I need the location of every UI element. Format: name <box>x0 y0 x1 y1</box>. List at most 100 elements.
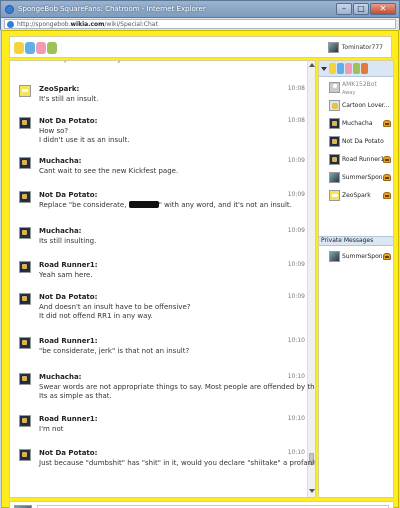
avatar[interactable] <box>19 191 31 203</box>
avatar <box>329 82 340 93</box>
message-line: Just because "dumbshit" has "shit" in it… <box>39 459 316 467</box>
message-line: And doesn't an insult have to be offensi… <box>39 303 191 311</box>
message-username[interactable]: ZeoSpark: <box>39 85 79 93</box>
chat-mod-icon <box>383 253 391 260</box>
user-list-item[interactable]: Cartoon Lover... <box>319 97 393 115</box>
message-timestamp: 10:10 <box>287 373 305 380</box>
message-timestamp: 10:10 <box>287 415 305 422</box>
avatar <box>327 42 339 53</box>
message-line: Good upload them on your wiki. <box>39 61 289 64</box>
avatar[interactable] <box>19 449 31 461</box>
user-list-item[interactable]: SummerSpon... <box>319 169 393 187</box>
message-line: Swear words are not appropriate things t… <box>39 383 316 391</box>
minimize-button[interactable]: – <box>336 3 352 15</box>
avatar[interactable] <box>19 85 31 97</box>
message-timestamp: 10:10 <box>287 337 305 344</box>
avatar[interactable] <box>19 157 31 169</box>
avatar[interactable] <box>19 337 31 349</box>
chat-scrollbar[interactable] <box>307 61 315 497</box>
message-timestamp: 10:08 <box>287 85 305 92</box>
message-username[interactable]: Muchacha: <box>39 227 81 235</box>
user-name: Cartoon Lover... <box>342 102 390 109</box>
user-list-item[interactable]: SummerSpon... <box>319 248 393 266</box>
scroll-down-icon[interactable] <box>309 489 315 493</box>
message-body: How so? I didn't use it as an insult. <box>39 127 289 145</box>
current-user[interactable]: Tominator777 <box>327 42 383 53</box>
avatar <box>329 172 340 183</box>
user-list-item[interactable]: Muchacha <box>319 115 393 133</box>
message-username[interactable]: Not Da Potato: <box>39 293 97 301</box>
message-line: Yeah sam here. <box>39 271 93 279</box>
chat-mod-icon <box>383 192 391 199</box>
message-body: It's still an insult. <box>39 95 289 104</box>
message-line: I'm not <box>39 425 64 433</box>
chevron-down-icon[interactable] <box>321 67 327 71</box>
redaction-scribble <box>128 201 159 208</box>
user-list-item[interactable]: Not Da Potato <box>319 133 393 151</box>
message-line: Its still insulting. <box>39 237 97 245</box>
message-line: Replace "be considerate, " with any word… <box>39 201 292 209</box>
maximize-button[interactable]: □ <box>353 3 369 15</box>
message-body: Good upload them on your wiki. <box>39 61 289 64</box>
user-list-item[interactable]: AMK152Bot Away <box>319 79 393 97</box>
user-name: SummerSpon... <box>342 253 389 260</box>
window-controls: – □ ✕ <box>336 3 396 15</box>
chat-mod-icon <box>383 174 391 181</box>
wiki-logo[interactable] <box>14 40 60 55</box>
window-title: SpongeBob SquareFans: Chatroom - Interne… <box>18 5 206 13</box>
user-name: SummerSpon... <box>342 174 389 181</box>
close-button[interactable]: ✕ <box>370 3 396 15</box>
avatar <box>329 136 340 147</box>
scroll-up-icon[interactable] <box>309 63 315 67</box>
user-name: Not Da Potato <box>342 138 384 145</box>
avatar[interactable] <box>19 293 31 305</box>
message-body: Swear words are not appropriate things t… <box>39 383 316 401</box>
avatar[interactable] <box>19 227 31 239</box>
message-username[interactable]: Road Runner1: <box>39 337 98 345</box>
chat-mod-icon <box>383 120 391 127</box>
message-line: It's still an insult. <box>39 95 99 103</box>
message-line: I didn't use it as an insult. <box>39 136 130 144</box>
window-titlebar: SpongeBob SquareFans: Chatroom - Interne… <box>0 0 400 18</box>
avatar[interactable] <box>19 415 31 427</box>
message-username[interactable]: Road Runner1: <box>39 415 98 423</box>
user-list-item[interactable]: Road Runner1 <box>319 151 393 169</box>
message-timestamp: 10:09 <box>287 227 305 234</box>
avatar[interactable] <box>19 373 31 385</box>
wiki-room-row[interactable] <box>319 61 393 77</box>
user-name: ZeoSpark <box>342 192 371 199</box>
user-list-panel: AMK152Bot Away Cartoon Lover... Muchacha Not… <box>318 60 394 498</box>
message-username[interactable]: Muchacha: <box>39 157 81 165</box>
chat-log: Good upload them on your wiki. ZeoSpark: 1… <box>9 60 316 498</box>
message-username[interactable]: Not Da Potato: <box>39 449 97 457</box>
message-timestamp: 10:09 <box>287 293 305 300</box>
message-body: I'm not <box>39 425 289 434</box>
message-username[interactable]: Road Runner1: <box>39 261 98 269</box>
user-list-item[interactable]: ZeoSpark <box>319 187 393 205</box>
avatar <box>329 251 340 262</box>
message-line: "be considerate, jerk" is that not an in… <box>39 347 190 355</box>
chat-mod-icon <box>383 156 391 163</box>
url-field[interactable]: http://spongebob.wikia.com/wiki/Special:… <box>4 19 396 29</box>
message-timestamp: 10:09 <box>287 157 305 164</box>
chat-frame: Tominator777 Good upload them on your wi… <box>1 30 399 508</box>
message-username[interactable]: Not Da Potato: <box>39 117 97 125</box>
message-body: "be considerate, jerk" is that not an in… <box>39 347 289 356</box>
user-name: Road Runner1 <box>342 156 385 163</box>
message-line: It did not offend RR1 in any way. <box>39 312 153 320</box>
avatar <box>329 100 340 111</box>
address-bar: http://spongebob.wikia.com/wiki/Special:… <box>0 18 400 30</box>
private-messages-header: Private Messages <box>319 236 393 246</box>
url-text: http://spongebob.wikia.com/wiki/Special:… <box>17 21 158 28</box>
avatar[interactable] <box>19 261 31 273</box>
avatar[interactable] <box>19 117 31 129</box>
message-username[interactable]: Not Da Potato: <box>39 191 97 199</box>
message-body: Cant wait to see the new Kickfest page. <box>39 167 289 176</box>
avatar <box>329 154 340 165</box>
message-body: Just because "dumbshit" has "shit" in it… <box>39 459 316 468</box>
current-username: Tominator777 <box>341 44 383 51</box>
message-timestamp: 10:09 <box>287 191 305 198</box>
message-username[interactable]: Muchacha: <box>39 373 81 381</box>
private-messages-list: SummerSpon... <box>319 248 393 266</box>
user-name: Muchacha <box>342 120 373 127</box>
